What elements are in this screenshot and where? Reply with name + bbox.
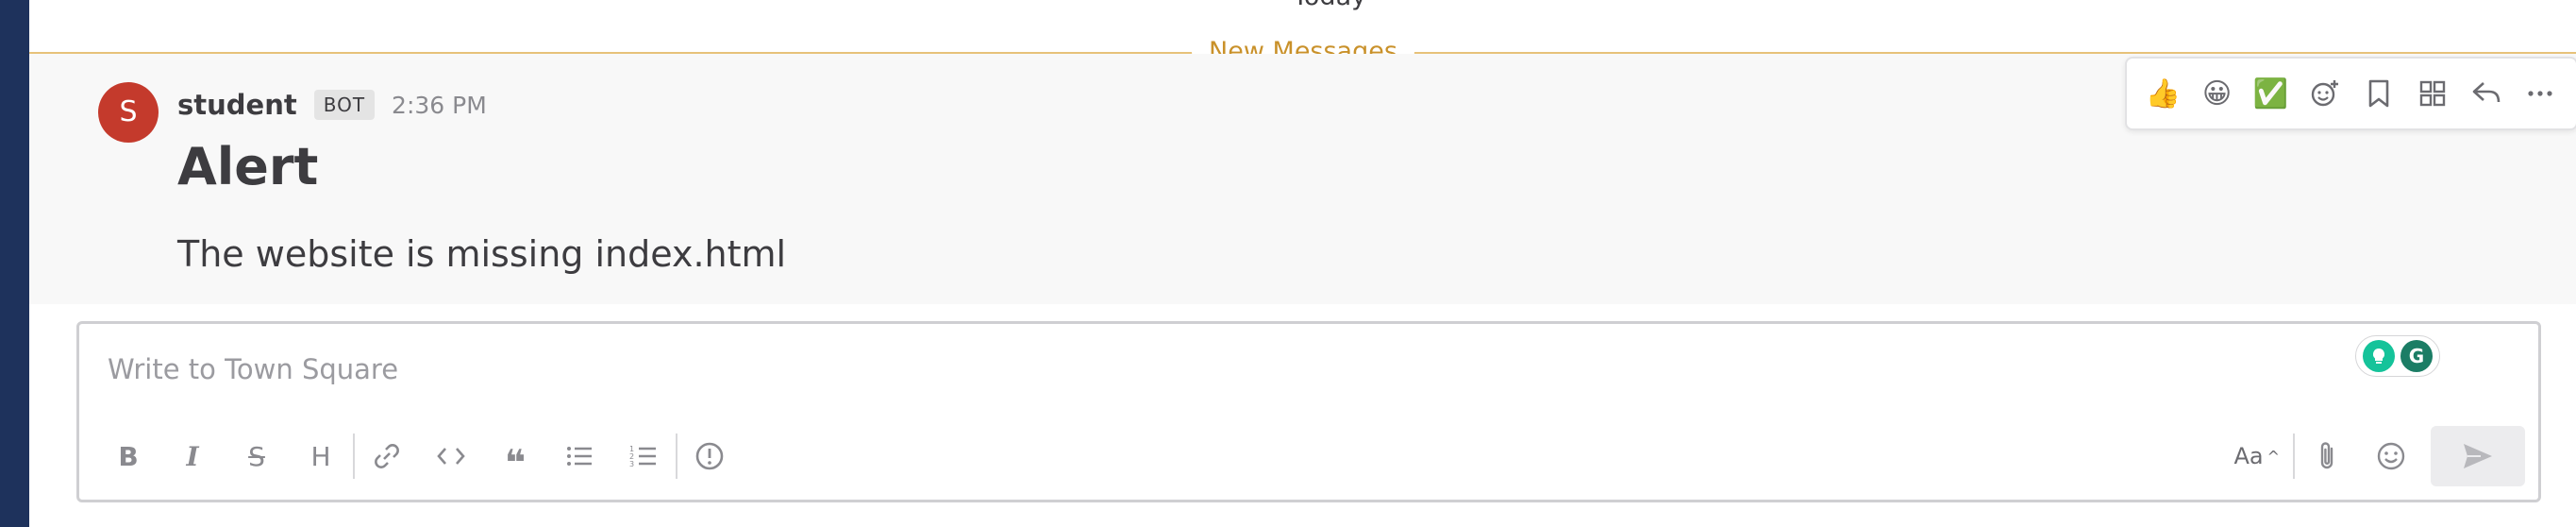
- link-icon[interactable]: [355, 430, 419, 483]
- date-separator: Today: [29, 0, 2576, 9]
- post-header: student BOT 2:36 PM: [177, 84, 487, 126]
- bot-badge: BOT: [313, 90, 376, 120]
- date-separator-label: Today: [1280, 0, 1380, 9]
- grammarly-widget[interactable]: G: [2355, 335, 2440, 377]
- composer-actions: Aa ^: [2233, 423, 2538, 489]
- username[interactable]: student: [177, 89, 297, 121]
- add-reaction-icon[interactable]: [2302, 71, 2348, 116]
- grammarly-icon[interactable]: G: [2400, 340, 2433, 372]
- code-icon[interactable]: [419, 430, 483, 483]
- emoji-picker-icon[interactable]: [2359, 430, 2423, 483]
- grinning-face-icon[interactable]: 😀: [2195, 71, 2240, 116]
- post-heading: Alert: [177, 137, 319, 196]
- bulleted-list-icon[interactable]: [547, 430, 611, 483]
- attachment-icon[interactable]: [2295, 430, 2359, 483]
- check-mark-icon[interactable]: ✅: [2249, 71, 2294, 116]
- sidebar-edge: [0, 0, 29, 527]
- post-time[interactable]: 2:36 PM: [392, 92, 487, 119]
- message-composer: G B I S H ❝ 123: [76, 321, 2541, 502]
- priority-icon[interactable]: [677, 430, 742, 483]
- more-icon[interactable]: [2517, 71, 2563, 116]
- send-icon: [2464, 444, 2492, 468]
- thumbs-up-icon[interactable]: 👍: [2141, 71, 2186, 116]
- avatar[interactable]: S: [98, 82, 159, 143]
- format-toggle-label: Aa: [2233, 443, 2264, 469]
- formatting-toolbar: B I S H ❝ 123 Aa ^: [79, 423, 2538, 489]
- message-input[interactable]: [108, 350, 2183, 388]
- numbered-list-icon[interactable]: 123: [611, 430, 676, 483]
- apps-icon[interactable]: [2410, 71, 2455, 116]
- post-body: The website is missing index.html: [177, 233, 787, 275]
- heading-icon[interactable]: H: [289, 430, 353, 483]
- italic-icon[interactable]: I: [160, 430, 225, 483]
- lightbulb-icon[interactable]: [2363, 340, 2395, 372]
- chevron-up-icon: ^: [2267, 447, 2280, 466]
- channel-view: Today New Messages S student BOT 2:36 PM…: [29, 0, 2576, 527]
- post-actions-bar: 👍 😀 ✅: [2125, 57, 2576, 130]
- bookmark-icon[interactable]: [2356, 71, 2401, 116]
- send-button[interactable]: [2431, 426, 2525, 486]
- svg-text:3: 3: [629, 460, 634, 468]
- reply-icon[interactable]: [2464, 71, 2509, 116]
- strikethrough-icon[interactable]: S: [225, 430, 289, 483]
- bold-icon[interactable]: B: [96, 430, 160, 483]
- format-toggle[interactable]: Aa ^: [2233, 443, 2280, 469]
- quote-icon[interactable]: ❝: [483, 430, 547, 483]
